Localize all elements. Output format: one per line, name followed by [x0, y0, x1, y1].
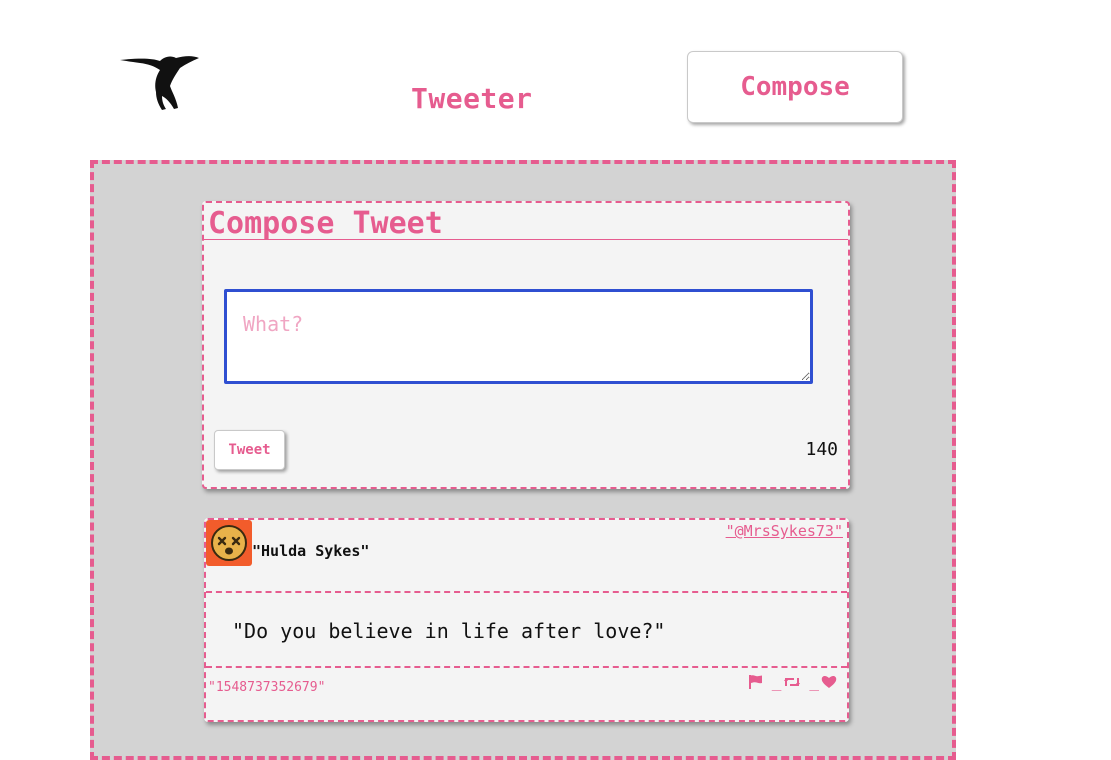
- dizzy-face-avatar-icon: [206, 520, 252, 566]
- hummingbird-logo-icon: [118, 52, 200, 112]
- user-display-name: "Hulda Sykes": [252, 542, 370, 560]
- flag-icon[interactable]: [748, 674, 764, 690]
- char-counter: 140: [805, 439, 838, 460]
- tweet-actions: _ _: [748, 674, 837, 690]
- main-container: Compose Tweet Tweet 140 "Hulda Sykes" "@…: [90, 160, 956, 760]
- compose-heading: Compose Tweet: [204, 203, 848, 240]
- retweet-icon[interactable]: [783, 674, 801, 690]
- user-handle-link[interactable]: "@MrsSykes73": [726, 522, 843, 540]
- tweet-timestamp: "1548737352679": [208, 680, 326, 695]
- app-title: Tweeter: [411, 82, 533, 115]
- tweet-submit-button[interactable]: Tweet: [214, 430, 285, 470]
- compose-tweet-panel: Compose Tweet Tweet 140: [202, 201, 850, 489]
- tweet-card: "Hulda Sykes" "@MrsSykes73" "Do you beli…: [204, 518, 849, 722]
- tweet-input[interactable]: [224, 289, 813, 384]
- tweet-footer: "1548737352679" _ _: [206, 668, 847, 718]
- action-separator: _: [809, 672, 819, 691]
- heart-icon[interactable]: [821, 674, 837, 690]
- tweet-header: "Hulda Sykes" "@MrsSykes73": [206, 520, 847, 593]
- compose-button[interactable]: Compose: [687, 51, 903, 123]
- action-separator: _: [771, 672, 782, 691]
- tweet-text: "Do you believe in life after love?": [206, 593, 847, 668]
